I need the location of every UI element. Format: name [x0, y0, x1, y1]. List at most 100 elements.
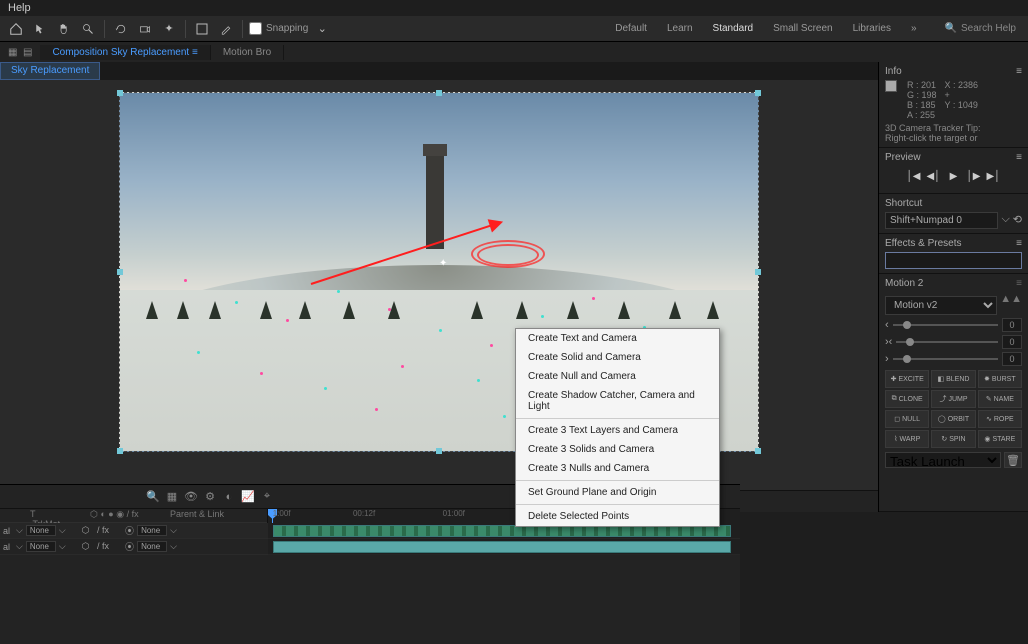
- shortcut-dropdown-icon[interactable]: ⌵: [1001, 213, 1009, 226]
- selection-tool-icon[interactable]: [30, 19, 50, 39]
- track-area[interactable]: [268, 523, 740, 555]
- toolbar: ✦ Snapping ⌄ Default Learn Standard Smal…: [0, 16, 1028, 42]
- btn-excite[interactable]: ✚ EXCITE: [885, 370, 929, 388]
- cm-create-null-camera[interactable]: Create Null and Camera: [516, 367, 719, 386]
- ws-more-icon[interactable]: »: [901, 19, 927, 38]
- home-icon[interactable]: [6, 19, 26, 39]
- btn-warp[interactable]: ⌇ WARP: [885, 430, 929, 448]
- both-value[interactable]: 0: [1002, 335, 1022, 349]
- btn-orbit[interactable]: ◯ ORBIT: [931, 410, 975, 428]
- camera-tool-icon[interactable]: [135, 19, 155, 39]
- btn-burst[interactable]: ✸ BURST: [978, 370, 1022, 388]
- info-tip-1: 3D Camera Tracker Tip:: [885, 123, 1022, 133]
- tl-shy-icon[interactable]: 👁: [184, 490, 198, 504]
- composition-tab-name: Sky Replacement: [111, 47, 189, 58]
- zoom-tool-icon[interactable]: [78, 19, 98, 39]
- btn-clone[interactable]: ⧉ CLONE: [885, 390, 929, 408]
- slider-both[interactable]: [896, 341, 998, 343]
- motion-bro-tab[interactable]: Motion Bro: [211, 45, 284, 60]
- snapping-toggle[interactable]: Snapping: [249, 22, 308, 35]
- cm-create-text-camera[interactable]: Create Text and Camera: [516, 329, 719, 348]
- layer-name-2: al: [0, 542, 13, 552]
- cm-delete-points[interactable]: Delete Selected Points: [516, 507, 719, 526]
- cm-create-solid-camera[interactable]: Create Solid and Camera: [516, 348, 719, 367]
- mode-dd-1[interactable]: None: [26, 525, 56, 536]
- tl-snap-icon[interactable]: ⌖: [260, 490, 274, 504]
- btn-spin[interactable]: ↻ SPIN: [931, 430, 975, 448]
- info-title: Info: [885, 66, 902, 77]
- task-launch-select[interactable]: Task Launch: [885, 452, 1001, 468]
- project-icons[interactable]: ▦ ▤: [0, 45, 40, 60]
- last-frame-icon[interactable]: ▶│: [987, 169, 1001, 183]
- tl-switch-icon[interactable]: ⚙: [203, 490, 217, 504]
- panel-menu-icon[interactable]: ≡: [1016, 238, 1022, 249]
- first-frame-icon[interactable]: │◀: [907, 169, 921, 183]
- rotate-tool-icon[interactable]: [111, 19, 131, 39]
- search-icon: 🔍: [945, 23, 957, 34]
- effects-title: Effects & Presets: [885, 238, 962, 249]
- trash-icon[interactable]: 🗑: [1004, 452, 1022, 468]
- parent-dd-1[interactable]: None: [137, 525, 167, 536]
- prev-frame-icon[interactable]: ◀│: [927, 169, 941, 183]
- search-help[interactable]: 🔍 Search Help: [939, 21, 1022, 36]
- layer-rows: al ⌵ None⌵ ⬡ / fx ⦿ None⌵ al ⌵ None⌵ ⬡ /…: [0, 523, 268, 555]
- pen-tool-icon[interactable]: [216, 19, 236, 39]
- snap-options-icon[interactable]: ⌄: [312, 19, 332, 39]
- layer-row-2[interactable]: al ⌵ None⌵ ⬡ / fx ⦿ None⌵: [0, 539, 268, 555]
- motion-button-grid: ✚ EXCITE ◧ BLEND ✸ BURST ⧉ CLONE ⤴ JUMP …: [885, 370, 1022, 448]
- cm-create-shadow-catcher[interactable]: Create Shadow Catcher, Camera and Light: [516, 386, 719, 416]
- menu-help[interactable]: Help: [8, 2, 31, 14]
- tl-comp-icon[interactable]: ▦: [165, 490, 179, 504]
- slider-out[interactable]: [893, 358, 998, 360]
- info-color-swatch: [885, 80, 897, 92]
- flowchart-comp-tab[interactable]: Sky Replacement: [0, 62, 100, 80]
- layer-row-1[interactable]: al ⌵ None⌵ ⬡ / fx ⦿ None⌵: [0, 523, 268, 539]
- slider-in[interactable]: [893, 324, 998, 326]
- ws-default[interactable]: Default: [605, 19, 657, 38]
- tl-motion-blur-icon[interactable]: ◐: [222, 490, 236, 504]
- info-b: B : 185: [907, 100, 937, 110]
- anchor-tool-icon[interactable]: ✦: [159, 19, 179, 39]
- composition-tab[interactable]: Composition Sky Replacement ≡: [40, 45, 210, 60]
- cm-create-3-nulls[interactable]: Create 3 Nulls and Camera: [516, 459, 719, 478]
- shortcut-panel: Shortcut ⌵ ⟲: [879, 194, 1028, 234]
- rect-tool-icon[interactable]: [192, 19, 212, 39]
- both-ease-icon[interactable]: ›‹: [885, 336, 892, 348]
- composition-viewer[interactable]: ✦ Create Text and Camera Create Solid an…: [0, 80, 878, 490]
- tl-search-icon[interactable]: 🔍: [146, 490, 160, 504]
- in-ease-icon[interactable]: ‹: [885, 319, 889, 331]
- ws-standard[interactable]: Standard: [703, 19, 764, 38]
- btn-jump[interactable]: ⤴ JUMP: [931, 390, 975, 408]
- motion-mountain-icon[interactable]: ▲▲: [1000, 293, 1022, 315]
- clip-2[interactable]: [273, 541, 731, 553]
- btn-rope[interactable]: ∿ ROPE: [978, 410, 1022, 428]
- out-value[interactable]: 0: [1002, 352, 1022, 366]
- cm-create-3-solids[interactable]: Create 3 Solids and Camera: [516, 440, 719, 459]
- ws-learn[interactable]: Learn: [657, 19, 703, 38]
- shortcut-reset-icon[interactable]: ⟲: [1013, 213, 1022, 226]
- effects-search-input[interactable]: [885, 252, 1022, 269]
- cm-create-3-text[interactable]: Create 3 Text Layers and Camera: [516, 421, 719, 440]
- btn-stare[interactable]: ◉ STARE: [978, 430, 1022, 448]
- btn-null[interactable]: ◻ NULL: [885, 410, 929, 428]
- panel-menu-icon[interactable]: ≡: [1016, 66, 1022, 77]
- cm-set-ground-plane[interactable]: Set Ground Plane and Origin: [516, 483, 719, 502]
- hand-tool-icon[interactable]: [54, 19, 74, 39]
- panel-menu-icon[interactable]: ≡: [1016, 152, 1022, 163]
- col-trkmat: T .TrkMat: [0, 509, 60, 522]
- out-ease-icon[interactable]: ›: [885, 353, 889, 365]
- tl-graph-icon[interactable]: 📈: [241, 490, 255, 504]
- next-frame-icon[interactable]: │▶: [967, 169, 981, 183]
- in-value[interactable]: 0: [1002, 318, 1022, 332]
- parent-dd-2[interactable]: None: [137, 541, 167, 552]
- ws-libraries[interactable]: Libraries: [843, 19, 901, 38]
- shortcut-input[interactable]: [885, 212, 998, 229]
- motion-preset-select[interactable]: Motion v2: [885, 296, 997, 315]
- tick-2: 01:00f: [443, 509, 465, 518]
- btn-blend[interactable]: ◧ BLEND: [931, 370, 975, 388]
- snapping-checkbox[interactable]: [249, 22, 262, 35]
- mode-dd-2[interactable]: None: [26, 541, 56, 552]
- btn-name[interactable]: ✎ NAME: [978, 390, 1022, 408]
- play-icon[interactable]: ▶: [947, 169, 961, 183]
- ws-small-screen[interactable]: Small Screen: [763, 19, 842, 38]
